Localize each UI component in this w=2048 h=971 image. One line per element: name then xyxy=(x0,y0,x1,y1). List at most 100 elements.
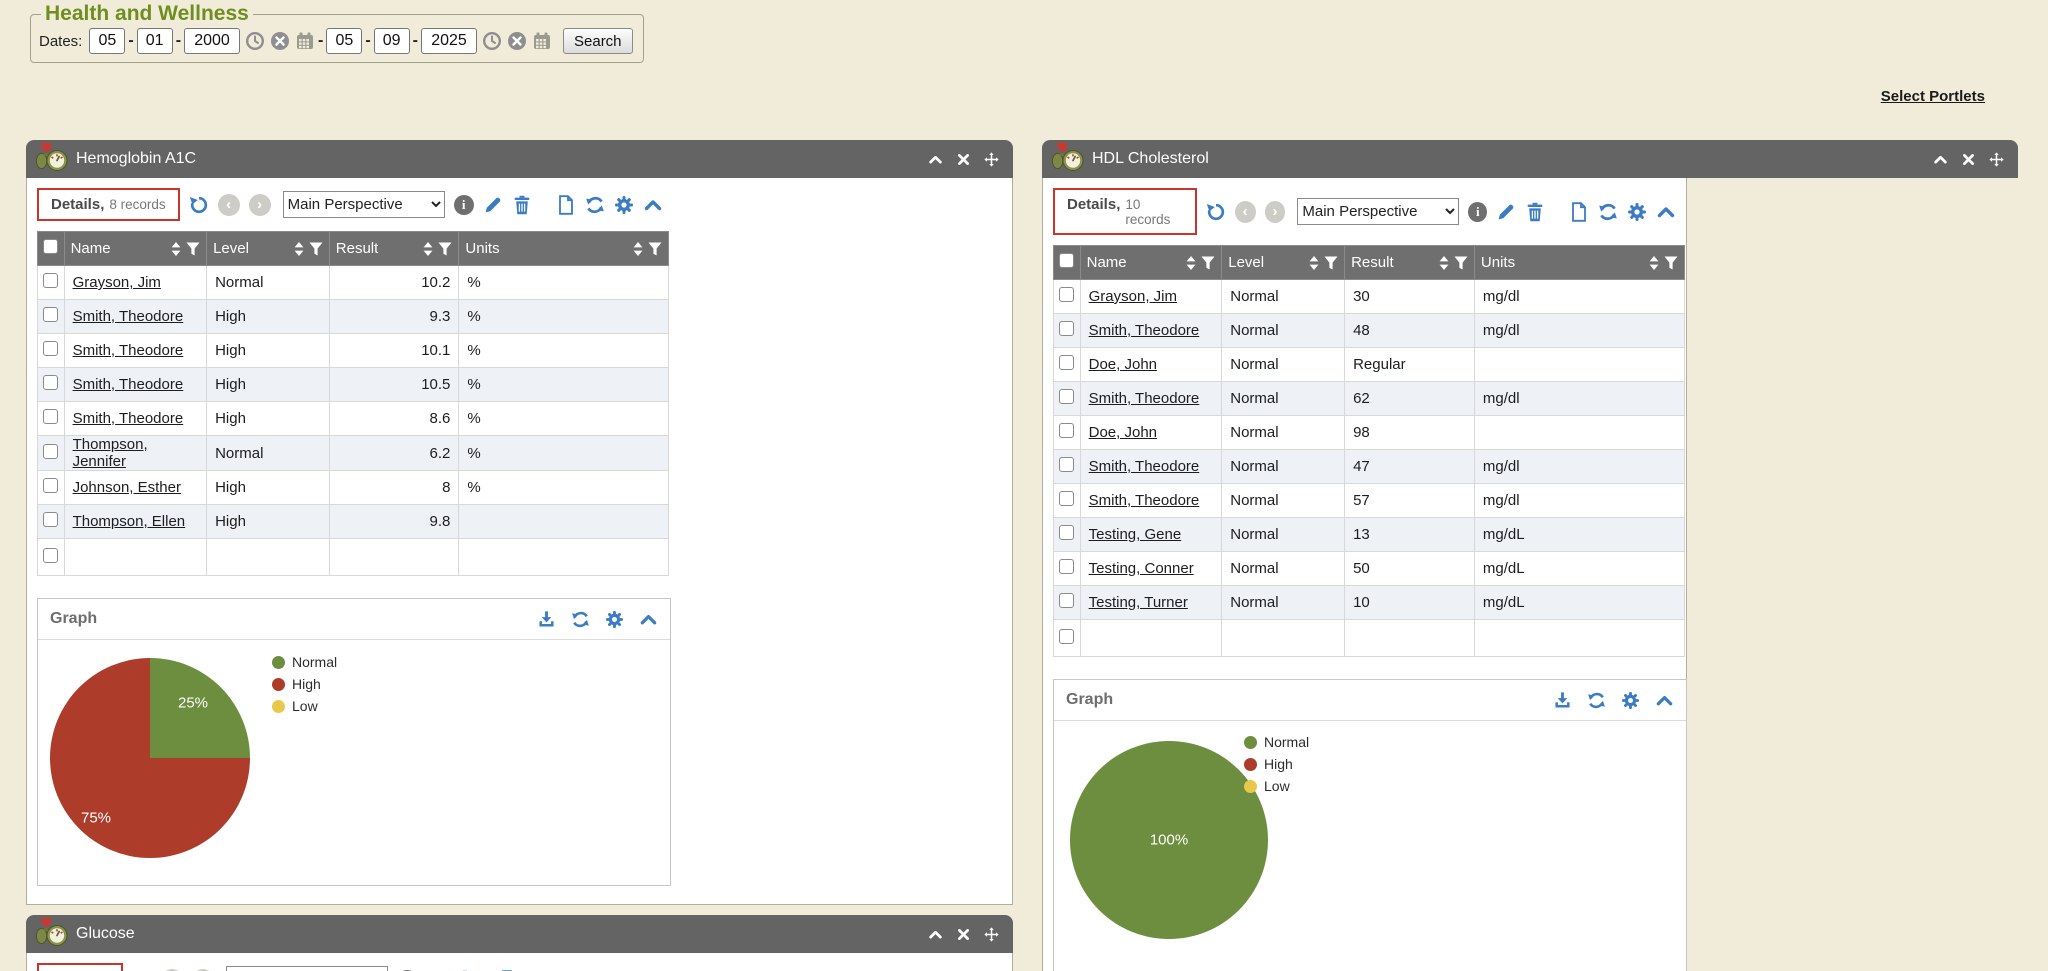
collapse-portlet-icon[interactable] xyxy=(1933,152,1948,167)
from-calendar-icon[interactable] xyxy=(295,31,315,51)
close-portlet-icon[interactable] xyxy=(956,927,971,942)
row-checkbox[interactable] xyxy=(43,341,58,356)
refresh-icon[interactable] xyxy=(571,610,590,629)
patient-name-link[interactable]: Smith, Theodore xyxy=(1089,322,1200,339)
row-checkbox[interactable] xyxy=(1059,525,1074,540)
new-record-icon[interactable] xyxy=(1569,202,1589,222)
table-row[interactable]: Johnson, EstherHigh8% xyxy=(38,471,669,505)
row-checkbox[interactable] xyxy=(43,307,58,322)
table-row[interactable]: Testing, GeneNormal13mg/dL xyxy=(1054,518,1685,552)
table-row[interactable]: Smith, TheodoreNormal47mg/dl xyxy=(1054,450,1685,484)
refresh-icon[interactable] xyxy=(1587,691,1606,710)
sort-icon[interactable] xyxy=(1439,256,1449,270)
undo-icon[interactable] xyxy=(1206,202,1226,222)
settings-gear-icon[interactable] xyxy=(614,195,634,215)
table-row[interactable]: Doe, JohnNormalRegular xyxy=(1054,348,1685,382)
to-calendar-icon[interactable] xyxy=(532,31,552,51)
patient-name-link[interactable]: Smith, Theodore xyxy=(73,376,184,393)
refresh-icon[interactable] xyxy=(1598,202,1618,222)
close-portlet-icon[interactable] xyxy=(1961,152,1976,167)
row-checkbox[interactable] xyxy=(43,409,58,424)
patient-name-link[interactable]: Smith, Theodore xyxy=(73,410,184,427)
patient-name-link[interactable]: Thompson, Jennifer xyxy=(73,436,148,470)
sort-icon[interactable] xyxy=(1309,256,1319,270)
patient-name-link[interactable]: Johnson, Esther xyxy=(73,479,181,496)
table-row[interactable]: Smith, TheodoreNormal48mg/dl xyxy=(1054,314,1685,348)
patient-name-link[interactable]: Grayson, Jim xyxy=(1089,288,1177,305)
download-icon[interactable] xyxy=(537,610,556,629)
portlet-header[interactable]: Glucose xyxy=(26,915,1013,953)
patient-name-link[interactable]: Testing, Conner xyxy=(1089,560,1194,577)
filter-funnel-icon[interactable] xyxy=(309,242,323,256)
prev-page-icon[interactable]: ‹ xyxy=(1235,201,1256,223)
patient-name-link[interactable]: Smith, Theodore xyxy=(1089,458,1200,475)
column-header-level[interactable]: Level xyxy=(1228,254,1264,271)
new-record-row[interactable] xyxy=(1054,620,1685,657)
settings-gear-icon[interactable] xyxy=(1627,202,1647,222)
sort-icon[interactable] xyxy=(423,242,433,256)
patient-name-link[interactable]: Testing, Turner xyxy=(1089,594,1188,611)
row-checkbox[interactable] xyxy=(43,512,58,527)
info-icon[interactable]: i xyxy=(1468,202,1487,222)
row-checkbox[interactable] xyxy=(43,273,58,288)
search-button[interactable]: Search xyxy=(563,28,633,54)
patient-name-link[interactable]: Smith, Theodore xyxy=(73,342,184,359)
select-all-checkbox[interactable] xyxy=(1059,253,1074,268)
to-time-icon[interactable] xyxy=(482,31,502,51)
table-row[interactable]: Testing, TurnerNormal10mg/dL xyxy=(1054,586,1685,620)
to-clear-icon[interactable] xyxy=(507,31,527,51)
column-header-result[interactable]: Result xyxy=(1351,254,1394,271)
select-portlets-link[interactable]: Select Portlets xyxy=(1881,88,1985,105)
row-checkbox[interactable] xyxy=(43,478,58,493)
sort-icon[interactable] xyxy=(633,242,643,256)
patient-name-link[interactable]: Doe, John xyxy=(1089,356,1157,373)
row-checkbox[interactable] xyxy=(1059,457,1074,472)
column-header-name[interactable]: Name xyxy=(71,240,111,257)
column-header-units[interactable]: Units xyxy=(1481,254,1515,271)
sort-icon[interactable] xyxy=(1186,256,1196,270)
filter-funnel-icon[interactable] xyxy=(1664,256,1678,270)
row-checkbox[interactable] xyxy=(43,548,58,563)
collapse-portlet-icon[interactable] xyxy=(928,152,943,167)
to-month-input[interactable] xyxy=(326,28,362,54)
perspective-select[interactable]: Main Perspective xyxy=(283,191,445,218)
row-checkbox[interactable] xyxy=(1059,355,1074,370)
next-page-icon[interactable]: › xyxy=(1265,201,1286,223)
table-row[interactable]: Smith, TheodoreHigh8.6% xyxy=(38,402,669,436)
filter-funnel-icon[interactable] xyxy=(1454,256,1468,270)
new-record-icon[interactable] xyxy=(556,195,576,215)
from-year-input[interactable] xyxy=(184,28,240,54)
filter-funnel-icon[interactable] xyxy=(1324,256,1338,270)
table-row[interactable]: Thompson, EllenHigh9.8 xyxy=(38,505,669,539)
row-checkbox[interactable] xyxy=(1059,629,1074,644)
table-row[interactable]: Doe, JohnNormal98 xyxy=(1054,416,1685,450)
collapse-portlet-icon[interactable] xyxy=(928,927,943,942)
delete-icon[interactable] xyxy=(1525,202,1545,222)
table-row[interactable]: Grayson, JimNormal30mg/dl xyxy=(1054,280,1685,314)
from-day-input[interactable] xyxy=(137,28,173,54)
perspective-select[interactable]: Main Perspective xyxy=(1297,198,1459,225)
row-checkbox[interactable] xyxy=(43,375,58,390)
from-clear-icon[interactable] xyxy=(270,31,290,51)
next-page-icon[interactable]: › xyxy=(249,194,271,216)
edit-icon[interactable] xyxy=(483,195,503,215)
info-icon[interactable]: i xyxy=(454,195,474,215)
new-record-row[interactable] xyxy=(38,539,669,576)
table-row[interactable]: Smith, TheodoreHigh9.3% xyxy=(38,300,669,334)
from-month-input[interactable] xyxy=(89,28,125,54)
collapse-section-icon[interactable] xyxy=(639,610,658,629)
settings-gear-icon[interactable] xyxy=(1621,691,1640,710)
collapse-section-icon[interactable] xyxy=(1656,202,1676,222)
patient-name-link[interactable]: Smith, Theodore xyxy=(1089,390,1200,407)
table-row[interactable]: Smith, TheodoreHigh10.5% xyxy=(38,368,669,402)
column-header-level[interactable]: Level xyxy=(213,240,249,257)
move-portlet-icon[interactable] xyxy=(984,927,999,942)
perspective-select[interactable]: Main Perspective xyxy=(226,966,388,971)
portlet-header[interactable]: Hemoglobin A1C xyxy=(26,140,1013,178)
from-time-icon[interactable] xyxy=(245,31,265,51)
row-checkbox[interactable] xyxy=(1059,491,1074,506)
row-checkbox[interactable] xyxy=(1059,287,1074,302)
table-row[interactable]: Smith, TheodoreNormal62mg/dl xyxy=(1054,382,1685,416)
delete-icon[interactable] xyxy=(512,195,532,215)
to-year-input[interactable] xyxy=(421,28,477,54)
